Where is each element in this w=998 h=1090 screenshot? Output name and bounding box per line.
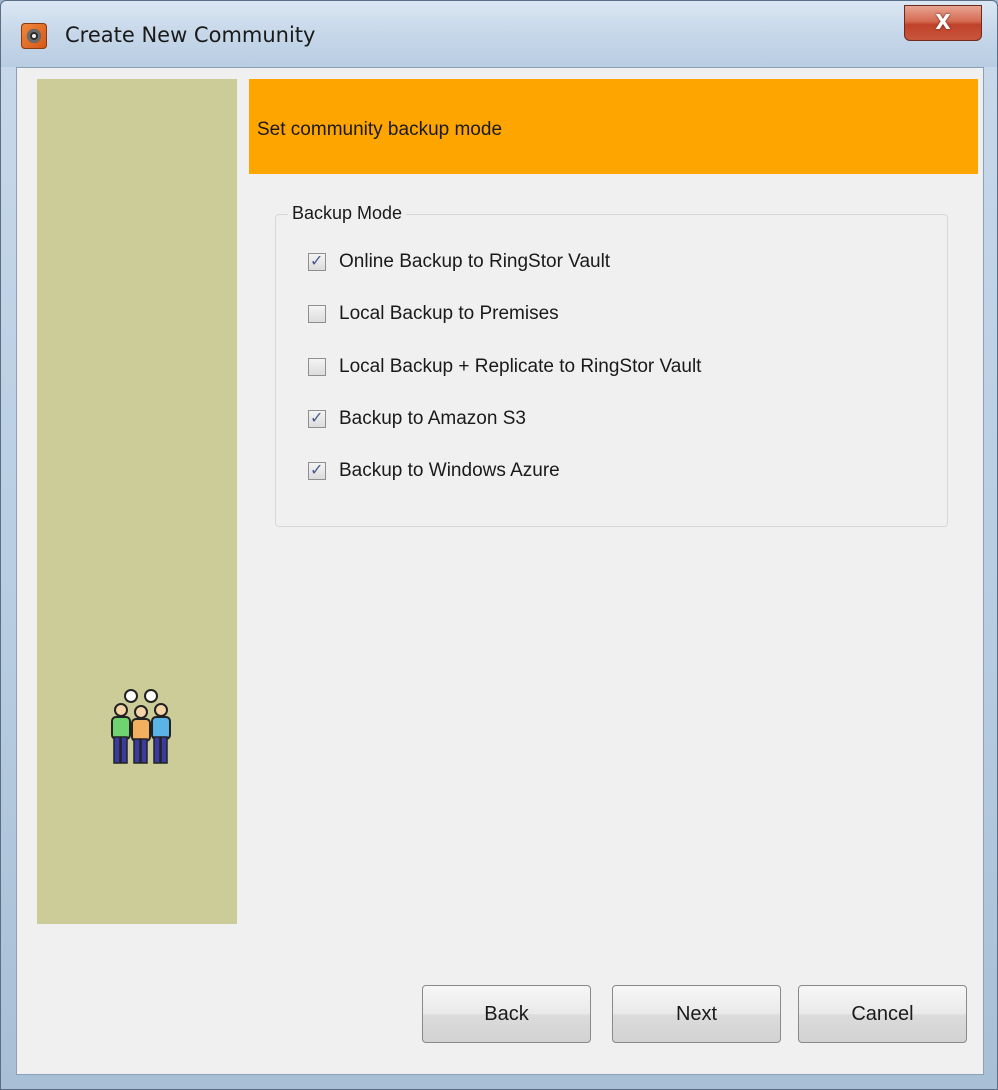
dialog-window: Create New Community X Set community bac… (0, 0, 998, 1090)
cancel-button[interactable]: Cancel (798, 985, 967, 1043)
title-bar[interactable]: Create New Community X (1, 1, 997, 67)
window-title: Create New Community (65, 23, 316, 47)
header-banner: Set community backup mode (249, 79, 978, 174)
option-label: Local Backup + Replicate to RingStor Vau… (339, 356, 702, 377)
option-amazon-s3[interactable]: Backup to Amazon S3 (308, 406, 526, 432)
option-label: Backup to Amazon S3 (339, 408, 526, 429)
checkbox-local-replicate[interactable] (308, 358, 326, 376)
sidebar-panel (37, 79, 237, 924)
dialog-content: Set community backup mode Backup Mode On… (16, 67, 984, 1075)
community-people-icon (111, 689, 171, 764)
checkbox-local-backup[interactable] (308, 305, 326, 323)
close-button[interactable]: X (904, 5, 982, 41)
checkbox-online-backup[interactable] (308, 251, 326, 271)
checkbox-amazon-s3[interactable] (308, 408, 326, 428)
backup-mode-legend: Backup Mode (288, 203, 407, 224)
option-local-replicate[interactable]: Local Backup + Replicate to RingStor Vau… (308, 354, 701, 380)
backup-mode-group: Backup Mode Online Backup to RingStor Va… (275, 203, 948, 527)
option-local-backup[interactable]: Local Backup to Premises (308, 301, 559, 327)
option-online-backup[interactable]: Online Backup to RingStor Vault (308, 249, 610, 275)
header-title: Set community backup mode (257, 119, 503, 140)
back-button[interactable]: Back (422, 985, 591, 1043)
option-windows-azure[interactable]: Backup to Windows Azure (308, 458, 560, 484)
option-label: Online Backup to RingStor Vault (339, 251, 611, 272)
checkbox-windows-azure[interactable] (308, 460, 326, 480)
next-button[interactable]: Next (612, 985, 781, 1043)
option-label: Local Backup to Premises (339, 303, 559, 324)
option-label: Backup to Windows Azure (339, 460, 560, 481)
app-icon (21, 23, 47, 49)
